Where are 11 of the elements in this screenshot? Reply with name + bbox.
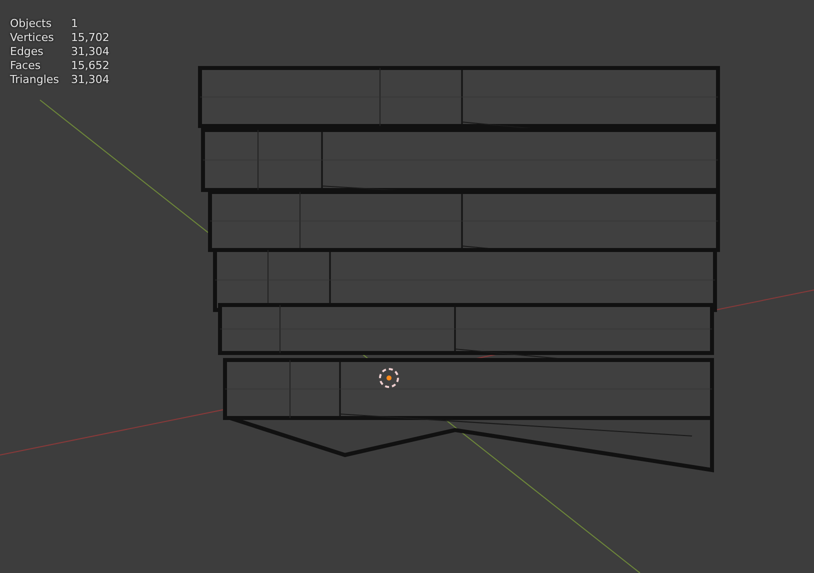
stat-value: 15,702 bbox=[70, 31, 110, 44]
3d-cursor-icon bbox=[379, 368, 399, 388]
stat-label: Triangles bbox=[10, 73, 59, 86]
stat-value: 31,304 bbox=[70, 45, 110, 58]
stat-label: Faces bbox=[10, 59, 42, 72]
stat-value: 15,652 bbox=[70, 59, 110, 72]
stat-label: Objects bbox=[10, 17, 53, 30]
stat-label: Edges bbox=[10, 45, 44, 58]
stat-value: 1 bbox=[70, 17, 79, 30]
stat-value: 31,304 bbox=[70, 73, 110, 86]
stat-label: Vertices bbox=[10, 31, 55, 44]
